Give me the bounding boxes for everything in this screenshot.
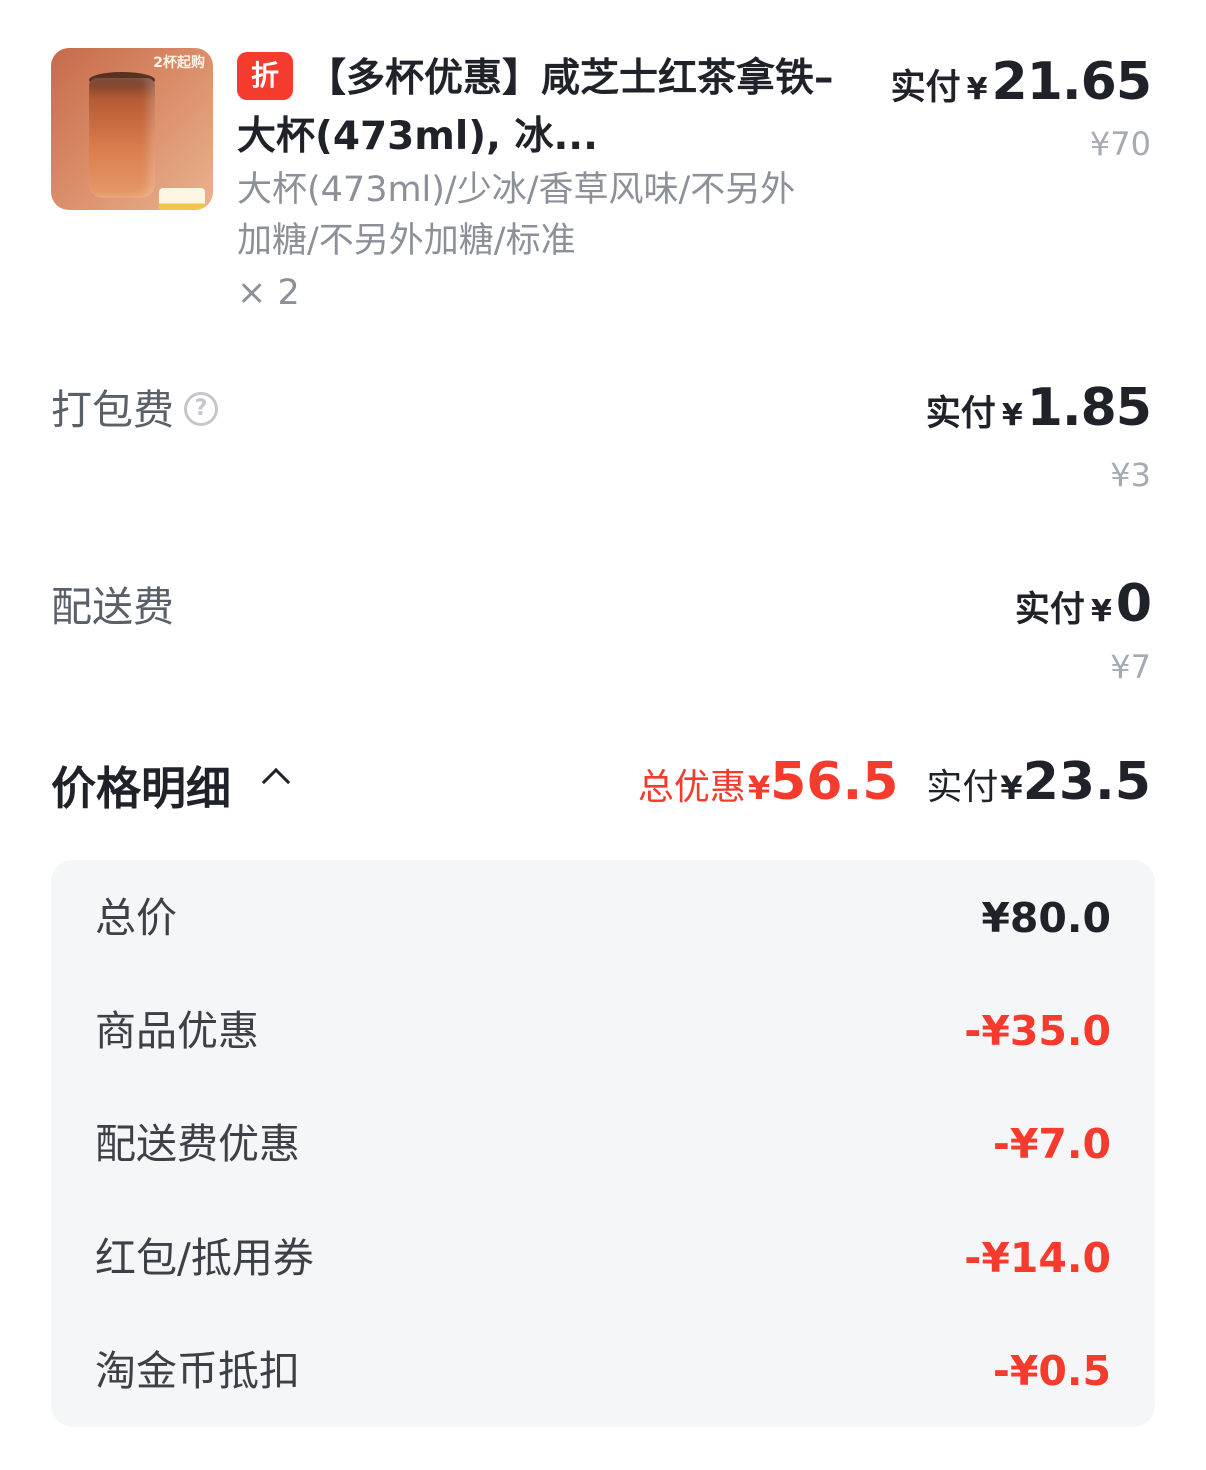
pay-currency: ¥ — [1001, 398, 1023, 433]
breakdown-row-total: 总价 ¥80.0 — [95, 888, 1111, 948]
total-pay-amount: 23.5 — [1022, 752, 1151, 812]
price-summary: 总优惠¥56.5 实付¥23.5 — [638, 752, 1151, 812]
price-detail-title[interactable]: 价格明细 — [51, 752, 231, 817]
total-discount-amount: 56.5 — [770, 752, 899, 812]
packing-fee-original-price: ¥3 — [1110, 456, 1151, 494]
discount-tag: 折 — [237, 52, 293, 100]
pay-amount: 21.65 — [991, 52, 1152, 112]
cake-illustration — [159, 188, 205, 210]
pay-amount: 0 — [1115, 574, 1152, 634]
price-breakdown-panel: 总价 ¥80.0 商品优惠 -¥35.0 配送费优惠 -¥7.0 红包/抵用券 … — [51, 860, 1155, 1427]
pay-label: 实付 — [1014, 590, 1085, 630]
total-pay-currency: ¥ — [1000, 769, 1023, 807]
delivery-fee-label: 配送费 — [51, 583, 174, 631]
pay-label: 实付 — [925, 394, 996, 434]
product-specs: 大杯(473ml)/少冰/香草风味/不另外加糖/不另外加糖/标准 — [237, 170, 796, 261]
delivery-fee-pay-price: 实付 ¥0 — [1014, 574, 1152, 634]
chevron-up-icon[interactable] — [261, 767, 291, 797]
pay-currency: ¥ — [1090, 594, 1112, 629]
delivery-fee-original-price: ¥7 — [1110, 648, 1151, 686]
product-pay-price: 实付 ¥21.65 — [890, 52, 1152, 112]
breakdown-value: -¥7.0 — [992, 1120, 1111, 1168]
breakdown-row-coupon: 红包/抵用券 -¥14.0 — [95, 1228, 1111, 1288]
breakdown-label: 红包/抵用券 — [95, 1234, 314, 1282]
order-price-page: 2杯起购 【多杯优惠】咸芝士红茶拿铁–大杯(473ml), 冰... 折 大杯(… — [0, 0, 1206, 1470]
breakdown-label: 商品优惠 — [95, 1007, 259, 1055]
packing-fee-text: 打包费 — [51, 386, 174, 434]
help-icon[interactable]: ? — [184, 392, 218, 426]
breakdown-label: 总价 — [95, 894, 177, 942]
min-purchase-badge: 2杯起购 — [153, 55, 205, 71]
packing-fee-label: 打包费? — [51, 376, 218, 436]
product-original-price: ¥70 — [1089, 125, 1151, 163]
pay-amount: 1.85 — [1026, 378, 1152, 438]
pay-currency: ¥ — [966, 72, 988, 107]
total-discount-currency: ¥ — [747, 769, 771, 807]
product-quantity: × 2 — [237, 273, 300, 313]
pay-label: 实付 — [890, 68, 961, 108]
breakdown-value: -¥35.0 — [964, 1007, 1111, 1055]
breakdown-value: ¥80.0 — [981, 894, 1111, 942]
total-pay-label: 实付 — [926, 767, 999, 808]
product-title[interactable]: 【多杯优惠】咸芝士红茶拿铁–大杯(473ml), 冰... — [237, 50, 852, 166]
breakdown-row-delivery-discount: 配送费优惠 -¥7.0 — [95, 1114, 1111, 1174]
packing-fee-pay-price: 实付 ¥1.85 — [925, 378, 1152, 438]
cup-illustration — [89, 78, 155, 198]
product-image[interactable]: 2杯起购 — [51, 48, 213, 210]
breakdown-value: -¥14.0 — [964, 1234, 1111, 1282]
breakdown-label: 配送费优惠 — [95, 1120, 300, 1168]
breakdown-row-coin-deduction: 淘金币抵扣 -¥0.5 — [95, 1341, 1111, 1401]
breakdown-row-product-discount: 商品优惠 -¥35.0 — [95, 1001, 1111, 1061]
total-discount-label: 总优惠 — [637, 767, 746, 808]
breakdown-value: -¥0.5 — [992, 1347, 1111, 1395]
breakdown-label: 淘金币抵扣 — [95, 1347, 300, 1395]
